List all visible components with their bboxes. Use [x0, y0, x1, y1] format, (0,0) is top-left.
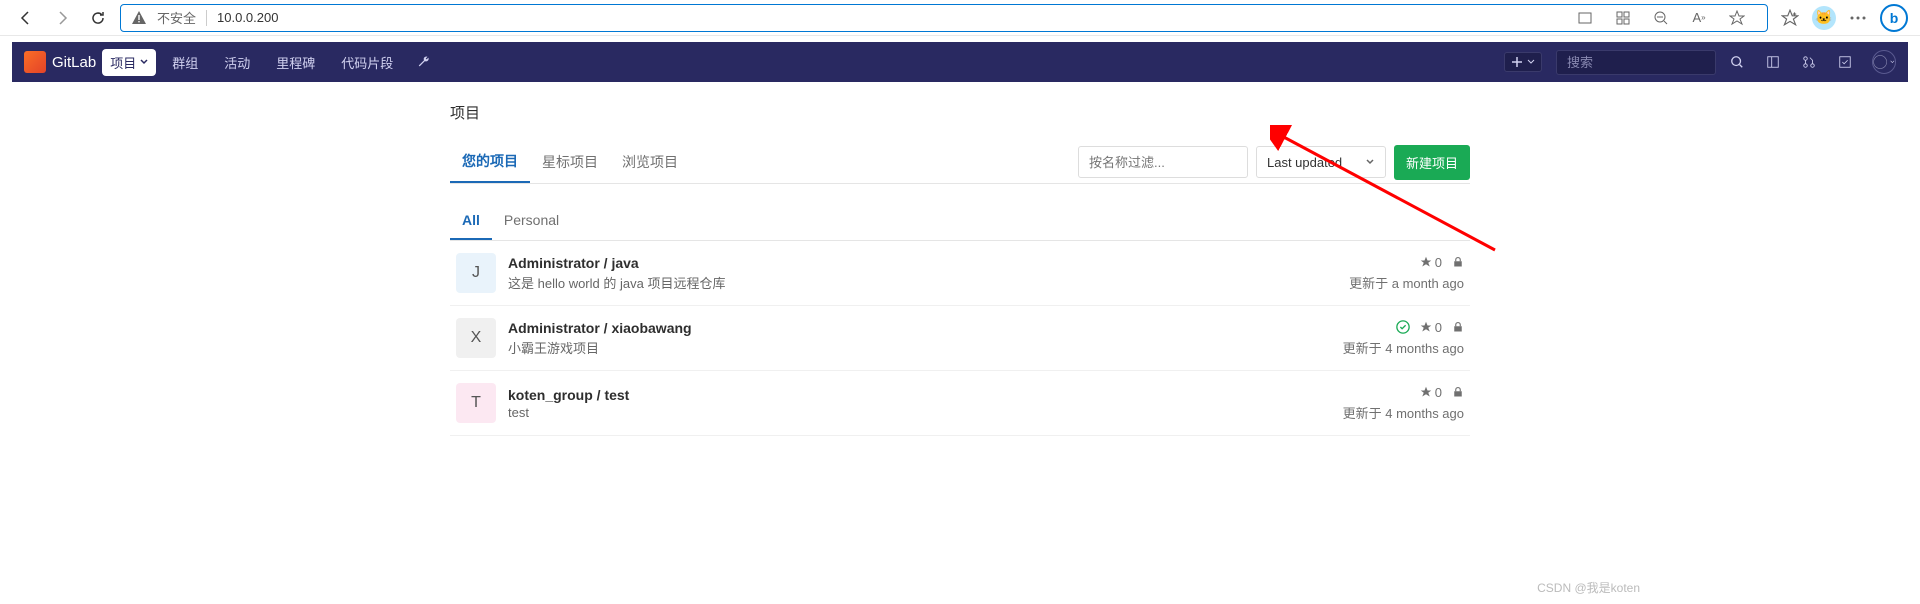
star-icon: [1420, 321, 1432, 333]
tab-starred[interactable]: 星标项目: [530, 142, 610, 182]
project-row[interactable]: T koten_group / test test 0 更新于 4 months…: [450, 371, 1470, 436]
search-box[interactable]: [1556, 50, 1716, 75]
bing-icon[interactable]: b: [1880, 4, 1908, 32]
new-project-button[interactable]: 新建项目: [1394, 145, 1470, 180]
back-button[interactable]: [12, 4, 40, 32]
page-title: 项目: [450, 102, 1470, 123]
nav-activity[interactable]: 活动: [214, 53, 260, 72]
more-button[interactable]: [1844, 4, 1872, 32]
pipeline-success-icon: [1396, 320, 1410, 334]
projects-dropdown-label: 项目: [110, 53, 136, 72]
star-icon: [1420, 256, 1432, 268]
sort-label: Last updated: [1267, 155, 1342, 170]
todos-icon[interactable]: [1830, 47, 1860, 77]
url-text: 10.0.0.200: [217, 10, 1555, 25]
project-description: 这是 hello world 的 java 项目远程仓库: [508, 273, 1337, 292]
project-updated: 更新于 4 months ago: [1343, 403, 1464, 422]
browser-toolbar: 不安全 10.0.0.200 A» 🐱 b: [0, 0, 1920, 36]
logo-icon: [24, 51, 46, 73]
tab-your-projects[interactable]: 您的项目: [450, 141, 530, 183]
security-label: 不安全: [157, 8, 196, 27]
lock-icon: [1452, 256, 1464, 268]
forward-button[interactable]: [48, 4, 76, 32]
nav-groups[interactable]: 群组: [162, 53, 208, 72]
lock-icon: [1452, 321, 1464, 333]
chevron-down-icon: [140, 58, 148, 66]
warning-icon: [131, 10, 147, 26]
page-content: 项目 您的项目 星标项目 浏览项目 Last updated 新建项目 All …: [450, 82, 1470, 436]
lock-icon: [1452, 386, 1464, 398]
gitlab-logo[interactable]: GitLab: [24, 51, 96, 73]
address-bar[interactable]: 不安全 10.0.0.200 A»: [120, 4, 1768, 32]
divider: [206, 10, 207, 26]
chevron-down-icon: [1890, 58, 1895, 66]
project-row[interactable]: X Administrator / xiaobawang 小霸王游戏项目 0 更…: [450, 306, 1470, 371]
projects-dropdown[interactable]: 项目: [102, 49, 156, 76]
merge-requests-icon[interactable]: [1794, 47, 1824, 77]
issues-icon[interactable]: [1758, 47, 1788, 77]
project-updated: 更新于 a month ago: [1349, 273, 1464, 292]
profile-avatar[interactable]: 🐱: [1812, 6, 1836, 30]
watermark: CSDN @我是koten: [1537, 579, 1640, 596]
gitlab-header: GitLab 项目 群组 活动 里程碑 代码片段: [12, 42, 1908, 82]
tab-explore[interactable]: 浏览项目: [610, 142, 690, 182]
search-input[interactable]: [1567, 55, 1705, 70]
project-row[interactable]: J Administrator / java 这是 hello world 的 …: [450, 241, 1470, 306]
chevron-down-icon: [1365, 157, 1375, 167]
project-avatar: J: [456, 253, 496, 293]
sub-tab-all[interactable]: All: [450, 202, 492, 240]
project-name: koten_group / test: [508, 387, 1331, 403]
reader-icon[interactable]: [1571, 4, 1599, 32]
zoom-out-icon[interactable]: [1647, 4, 1675, 32]
favorites-button[interactable]: [1776, 4, 1804, 32]
primary-tabs: 您的项目 星标项目 浏览项目 Last updated 新建项目: [450, 141, 1470, 184]
create-dropdown[interactable]: [1504, 52, 1542, 72]
project-avatar: X: [456, 318, 496, 358]
user-menu[interactable]: [1872, 50, 1896, 74]
brand-text: GitLab: [52, 54, 96, 71]
sort-dropdown[interactable]: Last updated: [1256, 146, 1386, 178]
qr-icon[interactable]: [1609, 4, 1637, 32]
project-name: Administrator / java: [508, 255, 1337, 271]
project-list: J Administrator / java 这是 hello world 的 …: [450, 241, 1470, 436]
star-count: 0: [1420, 320, 1442, 335]
project-description: test: [508, 405, 1331, 420]
project-avatar: T: [456, 383, 496, 423]
text-size-icon[interactable]: A»: [1685, 4, 1713, 32]
refresh-button[interactable]: [84, 4, 112, 32]
project-name: Administrator / xiaobawang: [508, 320, 1331, 336]
sub-tabs: All Personal: [450, 202, 1470, 241]
nav-milestones[interactable]: 里程碑: [266, 53, 325, 72]
nav-snippets[interactable]: 代码片段: [331, 53, 403, 72]
filter-input[interactable]: [1078, 146, 1248, 178]
sub-tab-personal[interactable]: Personal: [492, 202, 571, 240]
search-icon[interactable]: [1722, 47, 1752, 77]
project-description: 小霸王游戏项目: [508, 338, 1331, 357]
project-updated: 更新于 4 months ago: [1343, 338, 1464, 357]
chevron-down-icon: [1527, 58, 1535, 66]
favorite-icon[interactable]: [1723, 4, 1751, 32]
star-icon: [1420, 386, 1432, 398]
admin-wrench-icon[interactable]: [409, 47, 439, 77]
star-count: 0: [1420, 255, 1442, 270]
star-count: 0: [1420, 385, 1442, 400]
plus-icon: [1511, 56, 1523, 68]
